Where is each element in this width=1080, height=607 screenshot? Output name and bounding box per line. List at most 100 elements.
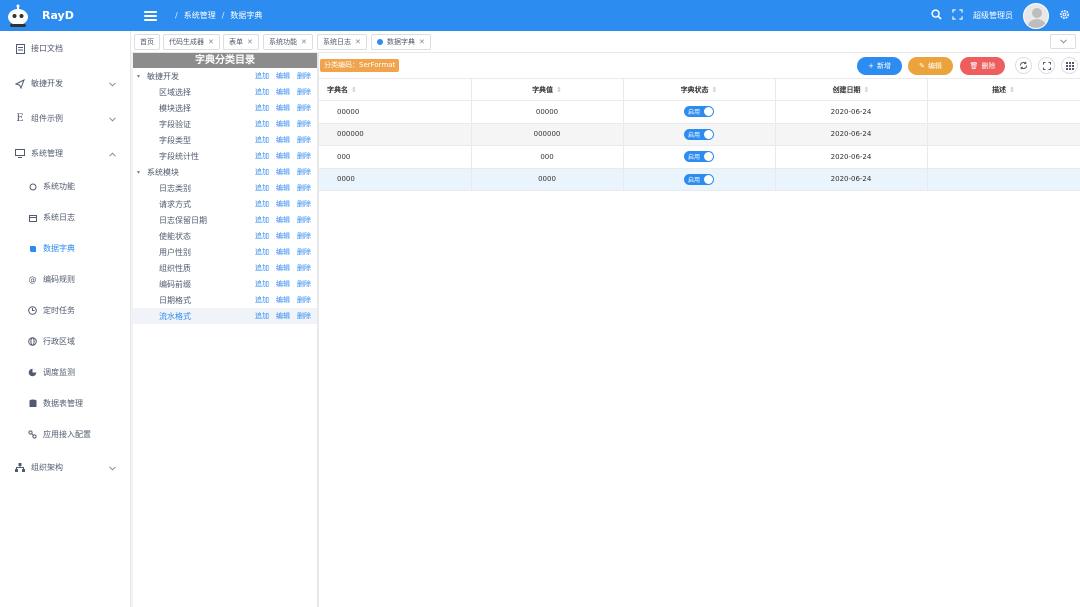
tree-delete-link[interactable]: 删除 — [297, 151, 311, 161]
tree-add-link[interactable]: 追加 — [255, 279, 269, 289]
tree-node[interactable]: 使能状态 追加 编辑 删除 — [133, 228, 317, 244]
delete-button[interactable]: 🗑 删除 — [960, 57, 1005, 75]
search-icon[interactable] — [931, 9, 942, 22]
tree-delete-link[interactable]: 删除 — [297, 231, 311, 241]
tab-system-log[interactable]: 系统日志 ✕ — [317, 34, 367, 50]
tab-form[interactable]: 表单 ✕ — [223, 34, 259, 50]
sidebar-sub-code-rule[interactable]: @ 编码规则 — [0, 264, 130, 295]
tab-code-generator[interactable]: 代码生成器 ✕ — [163, 34, 220, 50]
sidebar-sub-app-access[interactable]: 应用接入配置 — [0, 419, 130, 450]
tree-add-link[interactable]: 追加 — [255, 311, 269, 321]
tree-add-link[interactable]: 追加 — [255, 247, 269, 257]
sidebar-sub-system-function[interactable]: 系统功能 — [0, 171, 130, 202]
tree-add-link[interactable]: 追加 — [255, 231, 269, 241]
tab-system-function[interactable]: 系统功能 ✕ — [263, 34, 313, 50]
tree-add-link[interactable]: 追加 — [255, 103, 269, 113]
sidebar-sub-data-dictionary[interactable]: 数据字典 — [0, 233, 130, 264]
tree-node[interactable]: 字段统计性 追加 编辑 删除 — [133, 148, 317, 164]
tree-node[interactable]: 请求方式 追加 编辑 删除 — [133, 196, 317, 212]
tree-edit-link[interactable]: 编辑 — [276, 103, 290, 113]
close-icon[interactable]: ✕ — [419, 38, 425, 46]
close-icon[interactable]: ✕ — [301, 38, 307, 46]
grid-icon[interactable] — [1061, 57, 1078, 74]
status-toggle[interactable]: 启用 — [684, 151, 714, 163]
table-row[interactable]: 0000 0000 启用 2020-06-24 — [319, 168, 1080, 191]
tree-edit-link[interactable]: 编辑 — [276, 231, 290, 241]
close-icon[interactable]: ✕ — [355, 38, 361, 46]
tree-add-link[interactable]: 追加 — [255, 263, 269, 273]
tree-delete-link[interactable]: 删除 — [297, 135, 311, 145]
breadcrumb-item[interactable]: 系统管理 — [184, 10, 216, 21]
sort-icon[interactable]: ⇕ — [351, 86, 357, 94]
sidebar-sub-schedule-monitor[interactable]: 调度监测 — [0, 357, 130, 388]
tree-add-link[interactable]: 追加 — [255, 87, 269, 97]
tree-add-link[interactable]: 追加 — [255, 199, 269, 209]
tree-delete-link[interactable]: 删除 — [297, 167, 311, 177]
sort-icon[interactable]: ⇕ — [864, 86, 870, 94]
tree-node[interactable]: 组织性质 追加 编辑 删除 — [133, 260, 317, 276]
sort-icon[interactable]: ⇕ — [1009, 86, 1015, 94]
tree-delete-link[interactable]: 删除 — [297, 199, 311, 209]
tree-node[interactable]: 日志类别 追加 编辑 删除 — [133, 180, 317, 196]
column-header-value[interactable]: 字典值 ⇕ — [471, 78, 624, 101]
tree-edit-link[interactable]: 编辑 — [276, 151, 290, 161]
column-header-status[interactable]: 字典状态 ⇕ — [623, 78, 776, 101]
status-toggle[interactable]: 启用 — [684, 106, 714, 118]
refresh-icon[interactable] — [1015, 57, 1032, 74]
tree-edit-link[interactable]: 编辑 — [276, 311, 290, 321]
sidebar-sub-table-manage[interactable]: 数据表管理 — [0, 388, 130, 419]
status-toggle[interactable]: 启用 — [684, 128, 714, 140]
sidebar-sub-admin-region[interactable]: 行政区域 — [0, 326, 130, 357]
sidebar-item-components[interactable]: E 组件示例 — [0, 101, 130, 136]
tree-add-link[interactable]: 追加 — [255, 295, 269, 305]
tree-add-link[interactable]: 追加 — [255, 151, 269, 161]
menu-icon[interactable] — [144, 10, 157, 21]
caret-down-icon[interactable]: ▾ — [137, 73, 147, 80]
edit-button[interactable]: ✎ 编辑 — [908, 57, 953, 75]
status-toggle[interactable]: 启用 — [684, 173, 714, 185]
tree-node[interactable]: 流水格式 追加 编辑 删除 — [133, 308, 317, 324]
tree-delete-link[interactable]: 删除 — [297, 119, 311, 129]
tab-more-dropdown[interactable] — [1050, 34, 1076, 49]
tree-delete-link[interactable]: 删除 — [297, 295, 311, 305]
caret-down-icon[interactable]: ▾ — [137, 169, 147, 176]
column-header-date[interactable]: 创建日期 ⇕ — [775, 78, 928, 101]
tree-delete-link[interactable]: 删除 — [297, 103, 311, 113]
sidebar-item-system-admin[interactable]: 系统管理 — [0, 136, 130, 171]
tree-add-link[interactable]: 追加 — [255, 71, 269, 81]
tree-add-link[interactable]: 追加 — [255, 215, 269, 225]
tree-edit-link[interactable]: 编辑 — [276, 167, 290, 177]
sidebar-sub-scheduled-task[interactable]: 定时任务 — [0, 295, 130, 326]
sort-icon[interactable]: ⇕ — [712, 86, 718, 94]
tree-node-group[interactable]: ▾ 敏捷开发 追加 编辑 删除 — [133, 68, 317, 84]
tree-node[interactable]: 日志保留日期 追加 编辑 删除 — [133, 212, 317, 228]
table-row[interactable]: 000000 000000 启用 2020-06-24 — [319, 123, 1080, 146]
table-row[interactable]: 00000 00000 启用 2020-06-24 — [319, 100, 1080, 124]
tree-edit-link[interactable]: 编辑 — [276, 263, 290, 273]
tree-node[interactable]: 日期格式 追加 编辑 删除 — [133, 292, 317, 308]
sort-icon[interactable]: ⇕ — [556, 86, 562, 94]
tree-delete-link[interactable]: 删除 — [297, 87, 311, 97]
tree-delete-link[interactable]: 删除 — [297, 215, 311, 225]
sidebar-item-api-docs[interactable]: 接口文档 — [0, 31, 130, 66]
tree-node[interactable]: 用户性别 追加 编辑 删除 — [133, 244, 317, 260]
column-header-desc[interactable]: 描述 ⇕ — [927, 78, 1080, 101]
tab-data-dictionary[interactable]: 数据字典 ✕ — [371, 34, 431, 50]
add-button[interactable]: + 新增 — [857, 57, 902, 75]
tab-home[interactable]: 首页 — [134, 34, 160, 50]
sidebar-item-org-structure[interactable]: 组织架构 — [0, 450, 130, 485]
tree-add-link[interactable]: 追加 — [255, 167, 269, 177]
avatar[interactable] — [1023, 2, 1049, 29]
tree-node[interactable]: 编码前缀 追加 编辑 删除 — [133, 276, 317, 292]
tree-node[interactable]: 模块选择 追加 编辑 删除 — [133, 100, 317, 116]
tree-node[interactable]: 区域选择 追加 编辑 删除 — [133, 84, 317, 100]
tree-node[interactable]: 字段类型 追加 编辑 删除 — [133, 132, 317, 148]
tree-delete-link[interactable]: 删除 — [297, 311, 311, 321]
fullscreen-icon[interactable] — [1038, 57, 1055, 74]
tree-delete-link[interactable]: 删除 — [297, 183, 311, 193]
tree-node-group[interactable]: ▾ 系统模块 追加 编辑 删除 — [133, 164, 317, 180]
close-icon[interactable]: ✕ — [208, 38, 214, 46]
column-header-name[interactable]: 字典名 ⇕ — [319, 78, 472, 101]
tree-edit-link[interactable]: 编辑 — [276, 199, 290, 209]
gear-icon[interactable] — [1059, 9, 1070, 22]
